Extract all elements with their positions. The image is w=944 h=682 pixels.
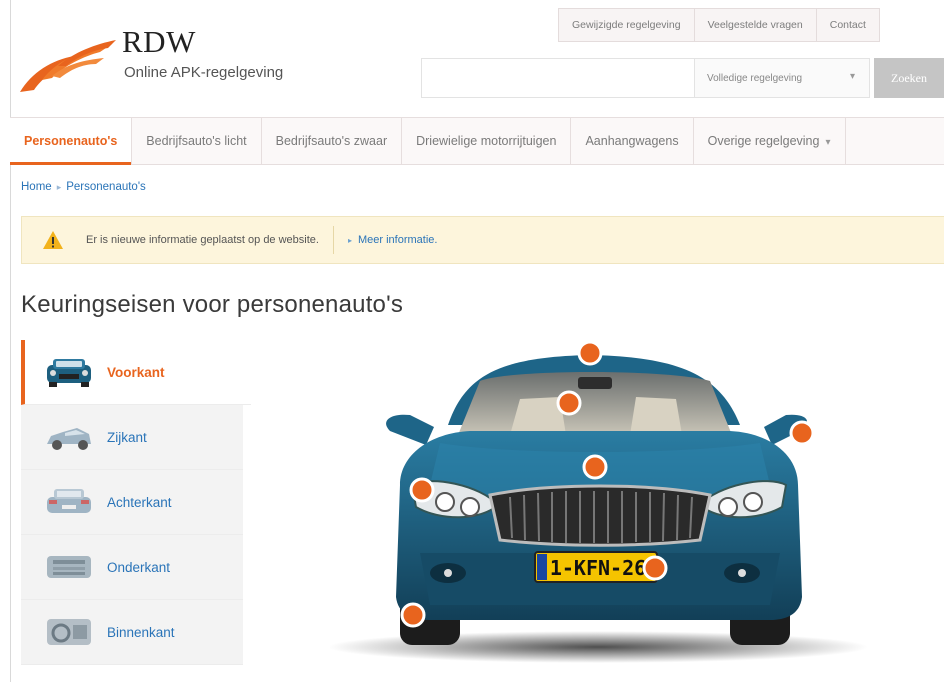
page-title: Keuringseisen voor personenauto's	[21, 291, 404, 318]
hotspot-license-plate[interactable]	[642, 555, 668, 581]
tab-label: Aanhangwagens	[585, 134, 679, 148]
notice-more-link[interactable]: ▸ Meer informatie.	[348, 234, 438, 246]
hotspot-mirror-interior[interactable]	[556, 390, 582, 416]
side-item-label: Achterkant	[107, 494, 172, 510]
chevron-right-icon: ▸	[56, 182, 62, 192]
top-links: Gewijzigde regelgeving Veelgestelde vrag…	[558, 8, 880, 42]
side-item-label: Onderkant	[107, 559, 171, 575]
side-item-onderkant[interactable]: Onderkant	[21, 535, 243, 600]
warning-icon	[43, 231, 63, 249]
tab-driewielige-motorrijtuigen[interactable]: Driewielige motorrijtuigen	[402, 118, 572, 164]
side-item-binnenkant[interactable]: Binnenkant	[21, 600, 243, 665]
search-button[interactable]: Zoeken	[874, 58, 944, 98]
chevron-down-icon: ▾	[825, 137, 831, 148]
rdw-logo[interactable]	[12, 20, 122, 100]
tab-label: Bedrijfsauto's licht	[146, 134, 247, 148]
tab-aanhangwagens[interactable]: Aanhangwagens	[571, 118, 694, 164]
search-scope-select[interactable]: Volledige regelgeving ▾	[695, 58, 870, 98]
link-gewijzigde-regelgeving[interactable]: Gewijzigde regelgeving	[559, 9, 695, 41]
car-front-illustration: 1-KFN-26	[328, 340, 868, 663]
breadcrumb-current[interactable]: Personenauto's	[66, 181, 146, 193]
notice-message: Er is nieuwe informatie geplaatst op de …	[86, 226, 334, 254]
side-item-label: Binnenkant	[107, 624, 175, 640]
link-contact[interactable]: Contact	[817, 9, 880, 41]
search-input[interactable]	[421, 58, 695, 98]
brand-subtitle: Online APK-regelgeving	[124, 64, 284, 81]
tab-label: Personenauto's	[24, 134, 118, 148]
tab-label: Bedrijfsauto's zwaar	[275, 134, 388, 148]
rdw-wing-icon	[20, 40, 116, 92]
tab-label: Overige regelgeving	[707, 134, 820, 148]
hotspot-roof[interactable]	[577, 340, 603, 366]
side-item-label: Voorkant	[107, 364, 165, 380]
hotspot-hood[interactable]	[582, 454, 608, 480]
breadcrumb: Home ▸ Personenauto's	[21, 181, 146, 193]
main-nav: Personenauto's Bedrijfsauto's licht Bedr…	[10, 117, 944, 165]
tab-bedrijfsautos-licht[interactable]: Bedrijfsauto's licht	[132, 118, 262, 164]
breadcrumb-home[interactable]: Home	[21, 181, 52, 193]
car-rear-thumb-icon	[47, 489, 91, 513]
car-underside-thumb-icon	[47, 556, 91, 578]
hotspot-front-wheel[interactable]	[400, 602, 426, 628]
car-front-thumb-icon	[47, 359, 91, 387]
side-item-label: Zijkant	[107, 429, 147, 445]
car-illustration: 1-KFN-26	[328, 335, 944, 670]
link-veelgestelde-vragen[interactable]: Veelgestelde vragen	[695, 9, 817, 41]
tab-personenautos[interactable]: Personenauto's	[10, 118, 133, 165]
side-item-zijkant[interactable]: Zijkant	[21, 405, 243, 470]
chevron-down-icon: ▾	[849, 71, 855, 82]
side-menu: Voorkant Zijkant Achterkant Onderkant Bi…	[21, 340, 251, 665]
side-item-voorkant[interactable]: Voorkant	[21, 340, 251, 405]
side-item-achterkant[interactable]: Achterkant	[21, 470, 243, 535]
hotspot-headlight-left[interactable]	[409, 477, 435, 503]
brand-name[interactable]: RDW	[122, 24, 196, 60]
car-side-thumb-icon	[47, 428, 91, 450]
tab-bedrijfsautos-zwaar[interactable]: Bedrijfsauto's zwaar	[262, 118, 403, 164]
notice-banner: Er is nieuwe informatie geplaatst op de …	[21, 216, 944, 264]
notice-more-label: Meer informatie.	[357, 234, 438, 246]
tab-overige-regelgeving[interactable]: Overige regelgeving ▾	[694, 118, 846, 164]
search-scope-value: Volledige regelgeving	[707, 72, 803, 84]
chevron-right-icon: ▸	[347, 236, 352, 245]
tab-label: Driewielige motorrijtuigen	[416, 134, 557, 148]
license-plate-text: 1-KFN-26	[550, 556, 646, 580]
hotspot-mirror-right[interactable]	[789, 420, 815, 446]
car-interior-thumb-icon	[47, 619, 91, 645]
